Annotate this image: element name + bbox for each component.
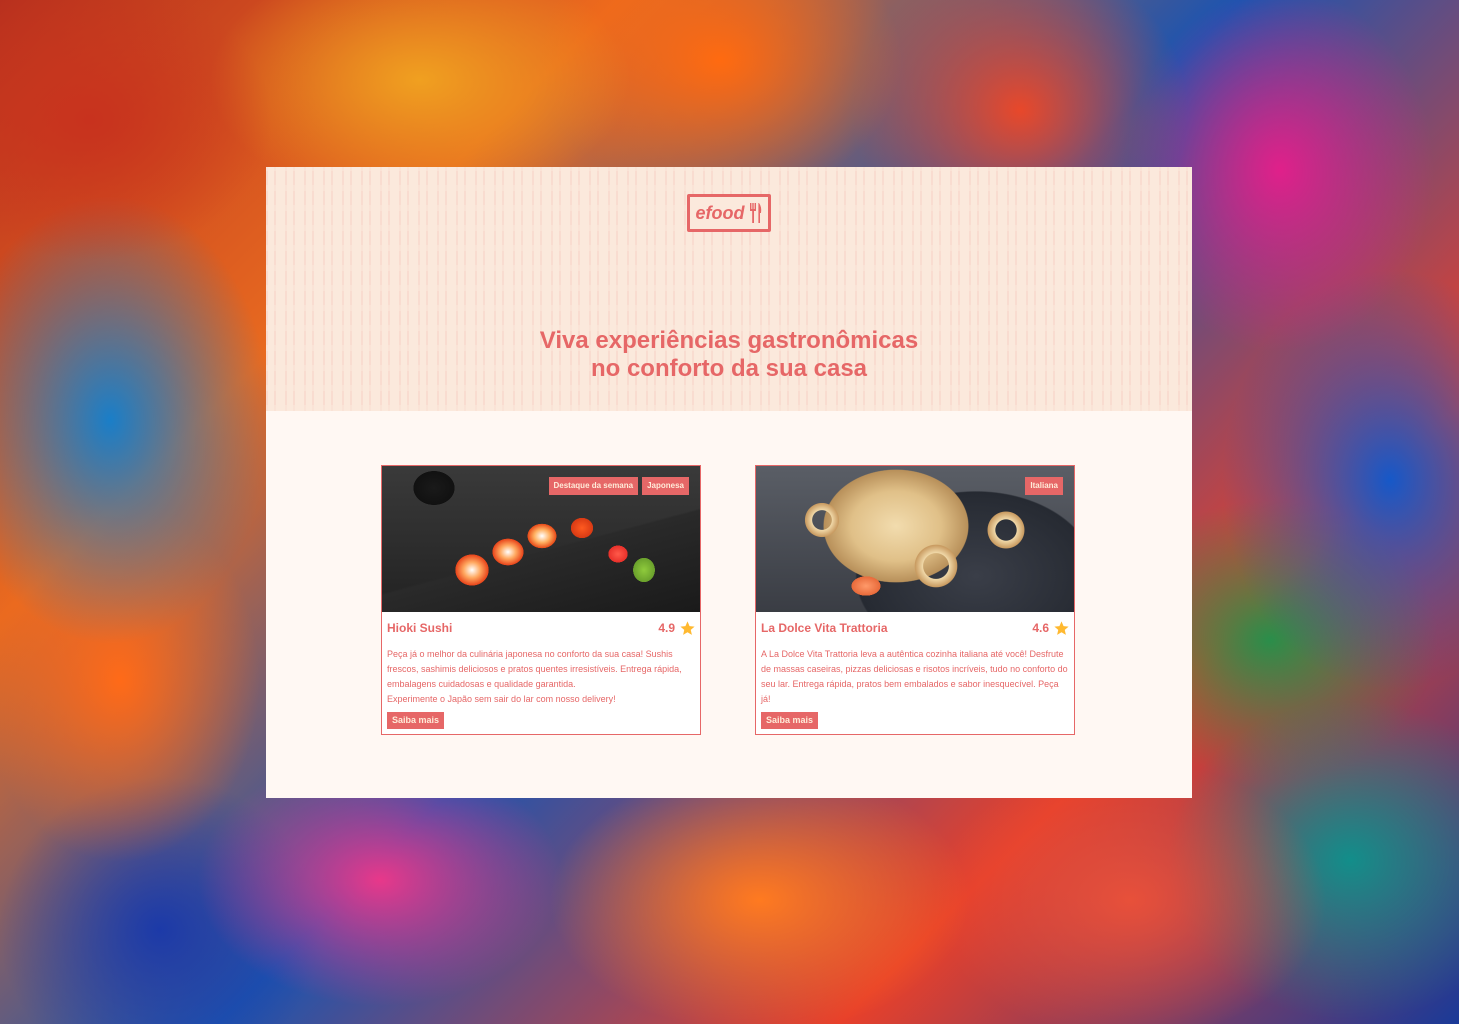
restaurant-list: Destaque da semana Japonesa Hioki Sushi … (381, 465, 1075, 735)
hero-headline: Viva experiências gastronômicas no confo… (266, 327, 1192, 383)
card-header: La Dolce Vita Trattoria 4.6 (756, 612, 1074, 639)
tag-list: Destaque da semana Japonesa (548, 477, 689, 495)
cutlery-icon (749, 203, 761, 223)
headline-line-1: Viva experiências gastronômicas (539, 327, 919, 354)
restaurant-description: Peça já o melhor da culinária japonesa n… (387, 649, 682, 704)
rating: 4.6 (1032, 620, 1070, 637)
tag-cuisine: Japonesa (642, 477, 689, 495)
restaurant-card: Destaque da semana Japonesa Hioki Sushi … (381, 465, 701, 735)
tag-cuisine: Italiana (1025, 477, 1063, 495)
restaurant-name: Hioki Sushi (387, 621, 453, 635)
saiba-mais-button[interactable]: Saiba mais (387, 712, 445, 729)
logo-text: efood (695, 202, 745, 223)
efood-logo[interactable]: efood (687, 194, 771, 232)
sushi-photo: Destaque da semana Japonesa (382, 466, 700, 612)
tag-list: Italiana (1025, 477, 1063, 495)
restaurant-description: A La Dolce Vita Trattoria leva a autênti… (761, 649, 1068, 704)
restaurant-name: La Dolce Vita Trattoria (761, 621, 888, 635)
star-icon (680, 620, 695, 635)
tag-featured: Destaque da semana (548, 477, 639, 495)
headline-line-2: no conforto da sua casa (590, 355, 868, 382)
restaurant-card: Italiana La Dolce Vita Trattoria 4.6 A L… (755, 465, 1075, 735)
hero-header: efood Viva experiências gastronômicas no… (266, 167, 1192, 411)
saiba-mais-button[interactable]: Saiba mais (761, 712, 819, 729)
rating: 4.9 (658, 620, 696, 637)
rating-value: 4.6 (1032, 621, 1049, 635)
page-container: efood Viva experiências gastronômicas no… (266, 167, 1192, 798)
card-header: Hioki Sushi 4.9 (382, 612, 700, 639)
pasta-photo: Italiana (756, 466, 1074, 612)
star-icon (1054, 620, 1069, 635)
rating-value: 4.9 (658, 621, 675, 635)
